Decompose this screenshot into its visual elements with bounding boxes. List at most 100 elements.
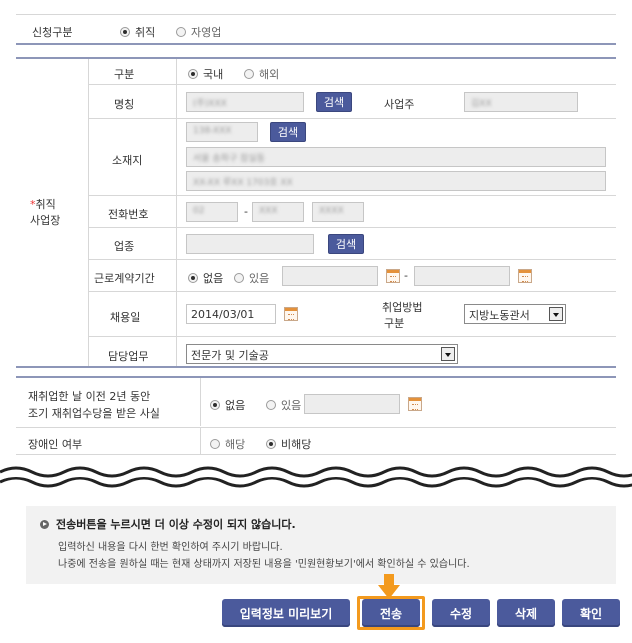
radio-unselected-icon — [266, 400, 276, 410]
address-line2-value: XX-XX 루XX 1703호 XX — [193, 178, 293, 188]
radio-unselected-icon — [234, 273, 244, 283]
radio-selected-icon — [210, 400, 220, 410]
hire-date-input[interactable]: 2014/03/01 — [186, 304, 276, 324]
column-divider — [176, 59, 177, 367]
contract-exists-radio[interactable]: 있음 — [234, 270, 269, 286]
radio-label: 없음 — [225, 399, 246, 412]
divider — [88, 118, 616, 119]
name-search-button[interactable]: 검색 — [316, 92, 352, 112]
application-type-employment-radio[interactable]: 취직 — [120, 24, 155, 40]
name-input[interactable]: (주)XXX — [186, 92, 304, 112]
contract-start-input[interactable] — [282, 266, 378, 286]
confirm-button[interactable]: 확인 — [562, 599, 620, 627]
zip-value: 138-XXX — [193, 126, 232, 136]
duty-label: 담당업무 — [108, 350, 149, 363]
workplace-section-label: *취직 — [30, 196, 56, 212]
column-divider — [88, 59, 89, 367]
submit-button[interactable]: 전송 — [362, 599, 420, 627]
contract-end-input[interactable] — [414, 266, 510, 286]
employment-method-label-line1: 취업방법 — [382, 301, 423, 314]
re-employment-label-line2: 조기 재취업수당을 받은 사실 — [28, 407, 160, 420]
re-employment-none-radio[interactable]: 없음 — [210, 397, 245, 413]
radio-unselected-icon — [210, 439, 220, 449]
disability-yes-radio[interactable]: 해당 — [210, 436, 245, 452]
radio-label: 해당 — [225, 438, 246, 451]
divider — [88, 227, 616, 228]
divider — [16, 14, 616, 15]
disability-label: 장애인 여부 — [28, 438, 83, 451]
name-label: 명칭 — [114, 98, 135, 111]
re-employment-exists-radio[interactable]: 있음 — [266, 397, 301, 413]
edit-button[interactable]: 수정 — [432, 599, 490, 627]
action-bar: 입력정보 미리보기 전송 수정 삭제 확인 — [0, 574, 632, 643]
business-owner-value: 김XX — [471, 99, 492, 109]
divider — [16, 454, 616, 455]
industry-input[interactable] — [186, 234, 314, 254]
phone-part2-input[interactable]: XXX — [252, 202, 304, 222]
section-divider — [16, 57, 616, 59]
contract-separator: - — [404, 269, 408, 282]
preview-button[interactable]: 입력정보 미리보기 — [222, 599, 350, 627]
business-owner-input[interactable]: 김XX — [464, 92, 578, 112]
radio-label: 비해당 — [281, 438, 312, 451]
address-line1-value: 서울 송파구 잠실동 — [193, 154, 265, 164]
employment-method-select[interactable]: 지방노동관서 — [464, 304, 566, 324]
address-search-button[interactable]: 검색 — [270, 122, 306, 142]
disability-no-radio[interactable]: 비해당 — [266, 436, 311, 452]
divider — [88, 336, 616, 337]
calendar-icon[interactable] — [408, 397, 422, 411]
radio-unselected-icon — [176, 27, 186, 37]
category-domestic-radio[interactable]: 국내 — [188, 66, 223, 82]
radio-selected-icon — [266, 439, 276, 449]
category-overseas-radio[interactable]: 해외 — [244, 66, 279, 82]
radio-label: 있음 — [249, 272, 270, 285]
radio-label: 국내 — [203, 68, 224, 81]
radio-label: 없음 — [203, 272, 224, 285]
divider — [16, 427, 616, 428]
radio-label: 취직 — [135, 26, 156, 39]
phone-part2-value: XXX — [259, 206, 278, 216]
radio-label: 자영업 — [191, 26, 222, 39]
selected-value: 전문가 및 기술공 — [191, 349, 269, 362]
duty-select[interactable]: 전문가 및 기술공 — [186, 344, 458, 364]
column-divider — [200, 378, 201, 426]
zip-code-input[interactable]: 138-XXX — [186, 122, 258, 142]
radio-unselected-icon — [244, 69, 254, 79]
section-divider — [16, 366, 616, 368]
phone-part1-input[interactable]: 02 — [186, 202, 238, 222]
address-label: 소재지 — [112, 154, 143, 167]
divider — [88, 195, 616, 196]
calendar-icon[interactable] — [518, 269, 532, 283]
notice-title: 전송버튼을 누르시면 더 이상 수정이 되지 않습니다. — [40, 516, 296, 532]
notice-box: 전송버튼을 누르시면 더 이상 수정이 되지 않습니다. 입력하신 내용을 다시… — [26, 506, 616, 584]
phone-separator: - — [244, 205, 248, 218]
phone-label: 전화번호 — [108, 208, 149, 221]
calendar-icon[interactable] — [284, 307, 298, 321]
re-employment-date-input[interactable] — [304, 394, 400, 414]
radio-label: 해외 — [259, 68, 280, 81]
page-break-wave — [0, 466, 632, 488]
radio-label: 있음 — [281, 399, 302, 412]
name-value: (주)XXX — [193, 99, 227, 109]
notice-line2: 나중에 전송을 원하실 때는 현재 상태까지 저장된 내용을 '민원현황보기'에… — [58, 559, 470, 570]
section-divider — [16, 43, 616, 45]
address-line2-input[interactable]: XX-XX 루XX 1703호 XX — [186, 171, 606, 191]
calendar-icon[interactable] — [386, 269, 400, 283]
phone-part3-input[interactable]: XXXX — [312, 202, 364, 222]
delete-button[interactable]: 삭제 — [497, 599, 555, 627]
notice-title-text: 전송버튼을 누르시면 더 이상 수정이 되지 않습니다. — [56, 518, 296, 531]
radio-selected-icon — [188, 273, 198, 283]
workplace-section-label-line2: 사업장 — [30, 214, 61, 227]
contract-none-radio[interactable]: 없음 — [188, 270, 223, 286]
chevron-down-icon — [441, 347, 455, 361]
chevron-down-icon — [549, 307, 563, 321]
divider — [88, 259, 616, 260]
re-employment-label-line1: 재취업한 날 이전 2년 동안 — [28, 390, 151, 403]
address-line1-input[interactable]: 서울 송파구 잠실동 — [186, 147, 606, 167]
industry-search-button[interactable]: 검색 — [328, 234, 364, 254]
category-label: 구분 — [114, 68, 135, 81]
section-divider — [16, 376, 616, 378]
contract-period-label: 근로계약기간 — [94, 272, 155, 285]
radio-selected-icon — [188, 69, 198, 79]
application-type-self-employed-radio[interactable]: 자영업 — [176, 24, 221, 40]
